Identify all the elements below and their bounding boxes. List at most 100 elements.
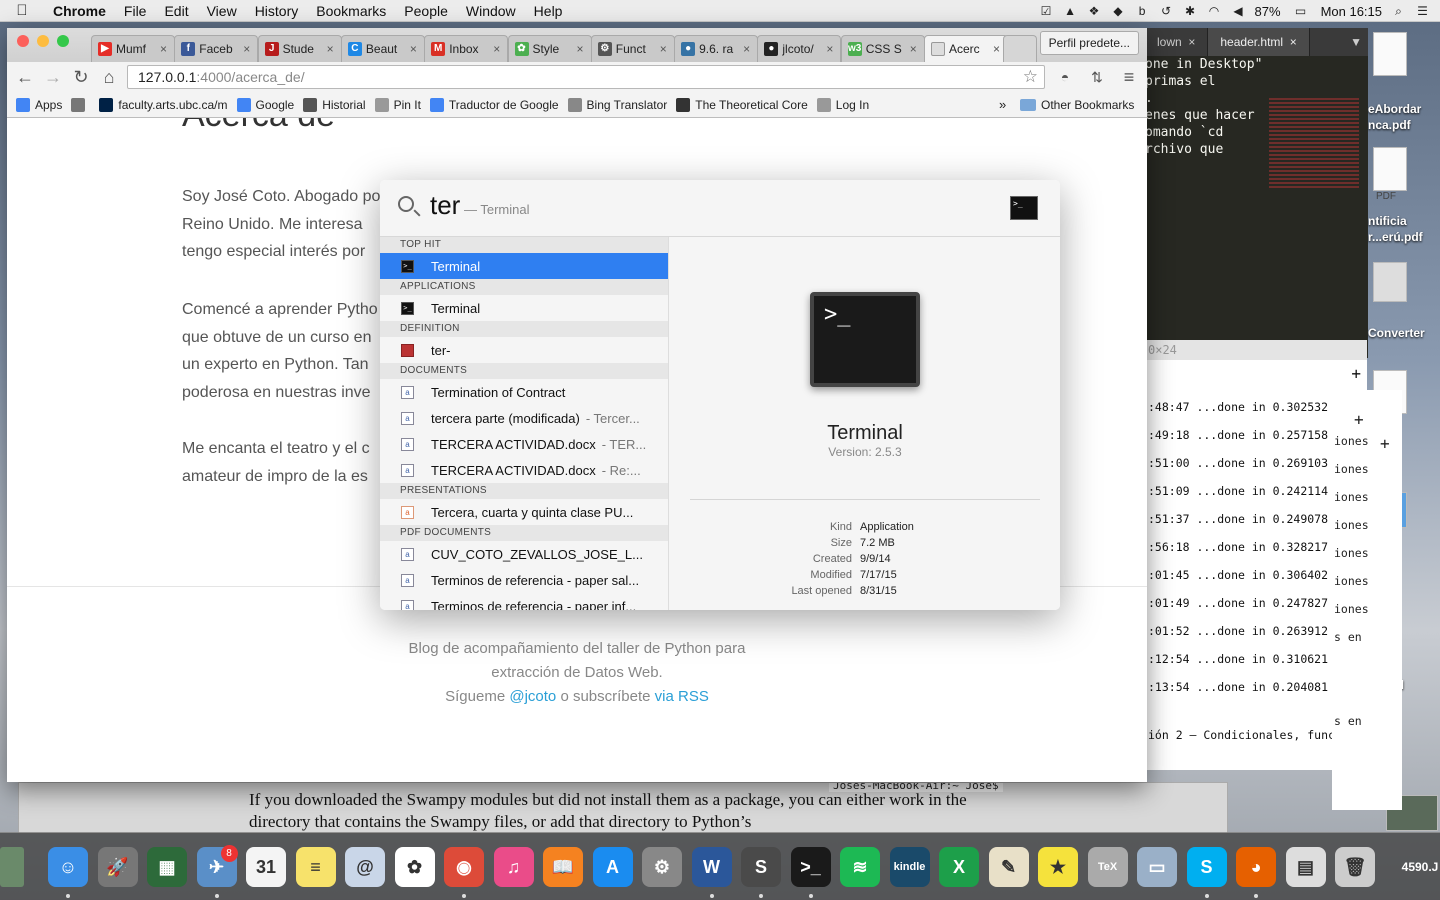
browser-tab[interactable]: ▶ Mumf × (91, 35, 175, 62)
drive-icon[interactable] (1373, 262, 1407, 302)
app-store-icon[interactable]: A (592, 847, 633, 887)
menu-hamburger-icon[interactable]: ≡ (1115, 64, 1143, 90)
browser-tab[interactable]: f Faceb × (174, 35, 259, 62)
close-tab-icon[interactable]: × (910, 42, 924, 56)
spotlight-result-item[interactable]: >_ Terminal (380, 253, 668, 279)
forward-arrow-icon[interactable]: → (39, 64, 67, 90)
browser-tab[interactable]: ● jlcoto/ × (757, 35, 842, 62)
desktop-file-label[interactable]: eAbordar (1368, 102, 1440, 116)
close-tab-icon[interactable]: × (826, 42, 840, 56)
bluetooth-icon[interactable]: ✱ (1183, 4, 1198, 19)
bookmark-item[interactable]: Pin It (374, 97, 421, 112)
bookmark-item[interactable]: The Theoretical Core (676, 97, 808, 112)
editor-tab[interactable]: lown × (1145, 28, 1209, 56)
menu-history[interactable]: History (246, 3, 308, 19)
spotlight-result-item[interactable]: a CUV_COTO_ZEVALLOS_JOSE_L... (380, 541, 668, 567)
excel-icon[interactable]: X (939, 847, 979, 887)
menu-people[interactable]: People (395, 3, 457, 19)
bookmark-item[interactable]: Apps (16, 97, 62, 112)
spotlight-result-item[interactable]: a Terminos de referencia - paper inf... (380, 593, 668, 610)
chevron-down-icon[interactable]: ▼ (1350, 35, 1368, 49)
terminal-app-icon[interactable]: >_ (810, 292, 920, 387)
latex-icon[interactable]: TeX (1087, 847, 1128, 887)
bookmark-item[interactable]: Historial (303, 97, 366, 112)
time-machine-icon[interactable]: ↺ (1159, 4, 1174, 19)
close-tab-icon[interactable]: × (160, 42, 174, 56)
menu-window[interactable]: Window (457, 3, 525, 19)
mission-control-icon[interactable]: ▦ (147, 847, 187, 887)
finder-icon[interactable]: ☺ (48, 847, 88, 887)
twitter-link[interactable]: @jcoto (509, 688, 556, 705)
menu-file[interactable]: File (115, 3, 156, 19)
close-tab-icon[interactable]: × (660, 42, 674, 56)
browser-tab[interactable]: C Beaut × (340, 35, 425, 62)
spotlight-result-item[interactable]: a TERCERA ACTIVIDAD.docx - TER... (380, 431, 668, 457)
browser-tab[interactable]: ⚙ Funct × (590, 35, 675, 62)
bookmark-item[interactable]: faculty.arts.ubc.ca/m (99, 97, 228, 112)
bookmarks-overflow-icon[interactable]: » (999, 97, 1006, 112)
preview-icon[interactable]: ▭ (1137, 847, 1177, 887)
terminal-icon[interactable]: >_ (790, 847, 831, 887)
profile-button[interactable]: Perfil predete... (1039, 31, 1139, 55)
chrome-icon[interactable]: ◉ (444, 847, 484, 887)
close-tab-icon[interactable]: × (577, 42, 591, 56)
desktop-file-label[interactable]: r...erú.pdf (1368, 230, 1440, 244)
citavi-icon[interactable]: ★ (1038, 847, 1078, 887)
desktop-file-label[interactable]: ntificia (1368, 214, 1440, 228)
bookmark-item[interactable]: Bing Translator (567, 97, 667, 112)
menu-help[interactable]: Help (525, 3, 572, 19)
user-photo-icon[interactable] (0, 847, 24, 887)
kindle-icon[interactable]: kindle (889, 847, 930, 887)
back-arrow-icon[interactable]: ← (11, 64, 39, 90)
address-bar[interactable]: 127.0.0.1:4000/acerca_de/ ☆ (127, 65, 1045, 89)
rss-link[interactable]: via RSS (655, 688, 709, 705)
pdf-editor-icon[interactable]: ✎ (988, 847, 1029, 887)
extension-icon[interactable]: ⇅ (1083, 64, 1111, 90)
bookmark-item[interactable]: Google (236, 97, 294, 112)
browser-tab[interactable]: M Inbox × (424, 35, 509, 62)
volume-icon[interactable]: ◀ (1231, 4, 1246, 19)
skype-icon[interactable]: S (1186, 847, 1227, 887)
close-tab-icon[interactable]: × (743, 42, 757, 56)
home-icon[interactable]: ⌂ (95, 64, 123, 90)
bookmark-star-icon[interactable]: ☆ (1023, 66, 1038, 88)
system-preferences-icon[interactable]: ⚙ (642, 847, 682, 887)
add-tab-icon[interactable]: + (1351, 364, 1361, 383)
bookmark-item[interactable]: Log In (816, 97, 869, 112)
menu-bookmarks[interactable]: Bookmarks (307, 3, 395, 19)
reload-icon[interactable]: ↻ (67, 64, 95, 90)
spotlight-result-item[interactable]: a TERCERA ACTIVIDAD.docx - Re:... (380, 457, 668, 483)
notification-center-icon[interactable]: ☰ (1415, 4, 1430, 19)
desktop-file-label[interactable]: nca.pdf (1368, 118, 1440, 132)
word-icon[interactable]: W (691, 847, 732, 887)
itunes-icon[interactable]: ♫ (493, 847, 534, 887)
b-icon[interactable]: b (1135, 4, 1150, 19)
zoom-window-button[interactable] (57, 35, 69, 47)
notes-icon[interactable]: ≡ (295, 847, 336, 887)
menu-view[interactable]: View (198, 3, 246, 19)
close-tab-icon[interactable]: × (327, 42, 341, 56)
battery-percent[interactable]: 87% (1255, 4, 1281, 19)
ibooks-icon[interactable]: 📖 (543, 847, 583, 887)
dropbox-icon[interactable]: ❖ (1087, 4, 1102, 19)
notification-icon[interactable]: ☑ (1039, 4, 1054, 19)
minimap[interactable] (1269, 98, 1359, 188)
documents-stack-icon[interactable]: ▤ (1285, 847, 1326, 887)
trash-icon[interactable]: 🗑 (1335, 847, 1375, 887)
pdf-thumbnail[interactable] (1373, 32, 1407, 76)
browser-tab[interactable]: Acerc × (924, 35, 1008, 62)
minimize-window-button[interactable] (37, 35, 49, 47)
firefox-icon[interactable]: ◕ (1236, 847, 1276, 887)
dock-stack-label[interactable]: 4590.J (1400, 847, 1440, 887)
spotlight-result-item[interactable]: a tercera parte (modificada) - Tercer... (380, 405, 668, 431)
spotlight-query[interactable]: ter (430, 190, 460, 221)
evernote-icon[interactable]: ◆ (1111, 4, 1126, 19)
contacts-icon[interactable]: @ (345, 847, 385, 887)
launchpad-icon[interactable]: 🚀 (97, 847, 138, 887)
clock[interactable]: Mon 16:15 (1321, 4, 1382, 19)
photos-icon[interactable]: ✿ (394, 847, 435, 887)
browser-tab[interactable]: w3 CSS S × (840, 35, 925, 62)
add-tab-icon[interactable]: + (1354, 410, 1364, 429)
bookmark-item[interactable] (71, 97, 90, 112)
wifi-icon[interactable]: ◠ (1207, 4, 1222, 19)
